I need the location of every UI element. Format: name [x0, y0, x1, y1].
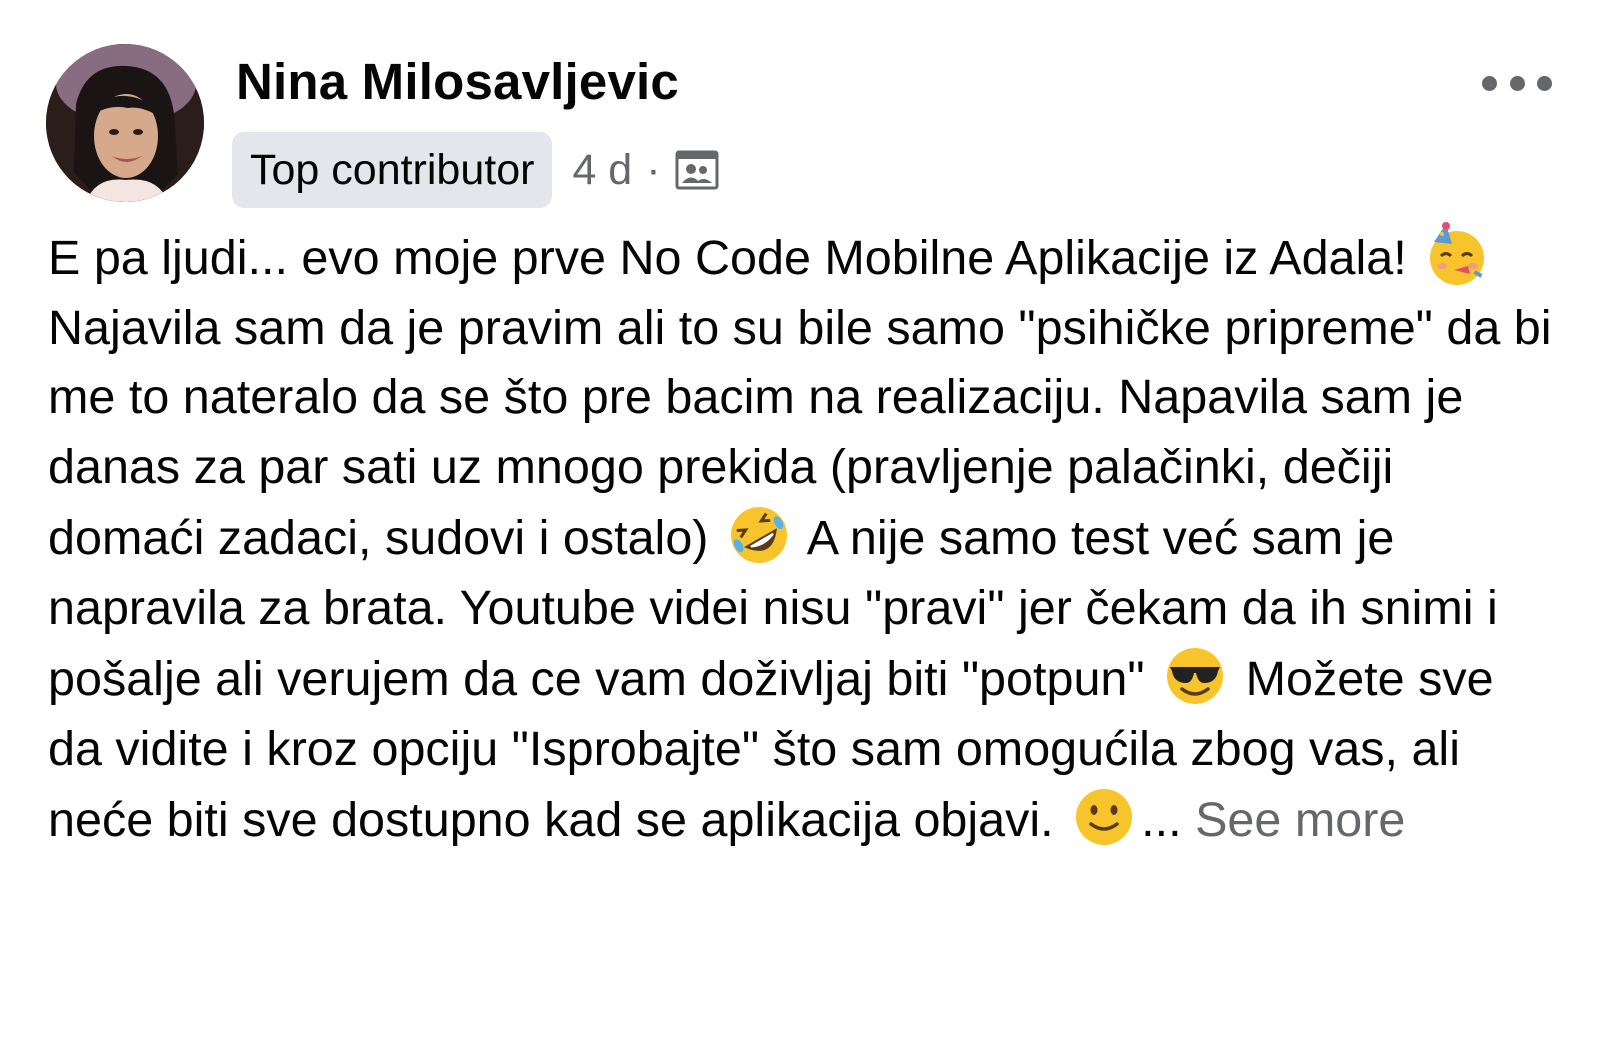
- meta-separator: ·: [646, 145, 661, 194]
- rolling-on-floor-laughing-emoji: [730, 507, 787, 563]
- author-name[interactable]: Nina Milosavljevic: [236, 52, 679, 111]
- author-avatar[interactable]: [46, 44, 204, 202]
- truncation-ellipsis: ...: [1141, 793, 1182, 847]
- smiling-face-with-sunglasses-emoji: [1167, 648, 1224, 704]
- more-options-icon-dot: [1537, 75, 1552, 91]
- slightly-smiling-face-emoji: [1076, 789, 1133, 845]
- more-options-icon: [1482, 75, 1497, 91]
- top-contributor-badge[interactable]: Top contributor: [232, 132, 553, 208]
- more-options-button[interactable]: [1482, 68, 1552, 98]
- see-more-link[interactable]: See more: [1195, 793, 1405, 847]
- group-members-icon: [675, 150, 719, 190]
- post-timestamp[interactable]: 4 d: [572, 146, 632, 195]
- avatar-portrait: [46, 44, 204, 202]
- post-text-part: E pa ljudi... evo moje prve No Code Mobi…: [48, 231, 1407, 285]
- post-meta: Top contributor 4 d ·: [232, 132, 719, 208]
- partying-face-emoji: [1430, 222, 1485, 285]
- post-body: E pa ljudi... evo moje prve No Code Mobi…: [48, 222, 1558, 856]
- more-options-icon-dot: [1509, 75, 1525, 91]
